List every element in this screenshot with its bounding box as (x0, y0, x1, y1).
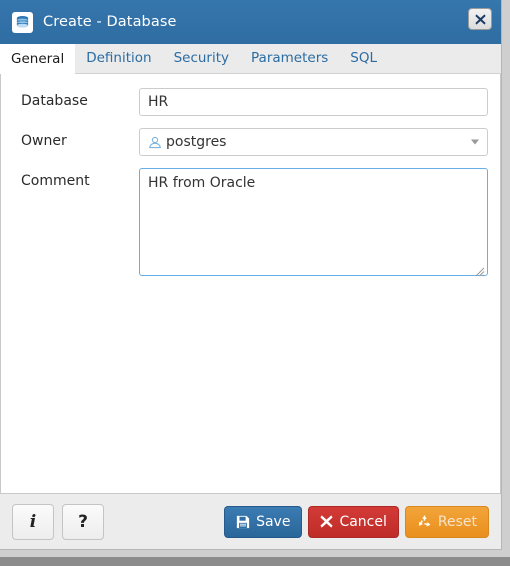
owner-field-row: Owner postgres (13, 128, 488, 156)
close-button[interactable] (468, 8, 492, 30)
chevron-down-icon (471, 139, 479, 145)
cross-icon (320, 515, 334, 528)
owner-selected-value: postgres (166, 134, 227, 150)
cancel-button[interactable]: Cancel (308, 505, 399, 538)
owner-label: Owner (21, 133, 67, 149)
desktop-taskbar-strip (0, 557, 510, 566)
floppy-disk-icon (236, 515, 250, 529)
tab-general[interactable]: General (0, 44, 76, 74)
database-icon (12, 11, 33, 33)
create-database-dialog: Create - Database General Definition Sec… (0, 0, 502, 550)
user-icon (148, 136, 162, 149)
comment-textarea[interactable] (139, 168, 488, 276)
dialog-footer: i ? Save Cancel Reset (0, 493, 501, 549)
database-label: Database (21, 93, 88, 109)
desktop-backdrop: Create - Database General Definition Sec… (0, 0, 510, 566)
tab-definition[interactable]: Definition (75, 43, 162, 73)
dialog-titlebar: Create - Database (0, 0, 501, 44)
tab-security[interactable]: Security (163, 43, 240, 73)
general-tab-panel: Database Owner postgres (0, 74, 501, 493)
recycle-icon (417, 514, 432, 529)
database-field-row: Database (13, 88, 488, 116)
close-icon (474, 13, 486, 25)
info-button[interactable]: i (12, 503, 54, 540)
tab-strip: General Definition Security Parameters S… (0, 44, 501, 74)
comment-label: Comment (21, 173, 90, 189)
tab-parameters[interactable]: Parameters (240, 43, 339, 73)
tab-sql-label: SQL (350, 50, 378, 66)
reset-button[interactable]: Reset (404, 505, 489, 538)
owner-select[interactable]: postgres (139, 128, 488, 156)
reset-button-label: Reset (437, 513, 477, 530)
tab-sql[interactable]: SQL (339, 43, 388, 73)
info-icon: i (29, 511, 37, 532)
save-button-label: Save (256, 513, 291, 530)
tab-general-label: General (11, 51, 65, 67)
question-mark-icon: ? (78, 511, 88, 532)
tab-security-label: Security (173, 50, 230, 66)
dialog-title: Create - Database (43, 14, 177, 30)
tab-parameters-label: Parameters (251, 50, 329, 66)
save-button[interactable]: Save (224, 505, 303, 538)
tab-definition-label: Definition (86, 50, 152, 66)
help-button[interactable]: ? (62, 503, 104, 540)
database-input[interactable] (139, 88, 488, 116)
cancel-button-label: Cancel (339, 513, 387, 530)
comment-field-row: Comment (13, 168, 488, 280)
